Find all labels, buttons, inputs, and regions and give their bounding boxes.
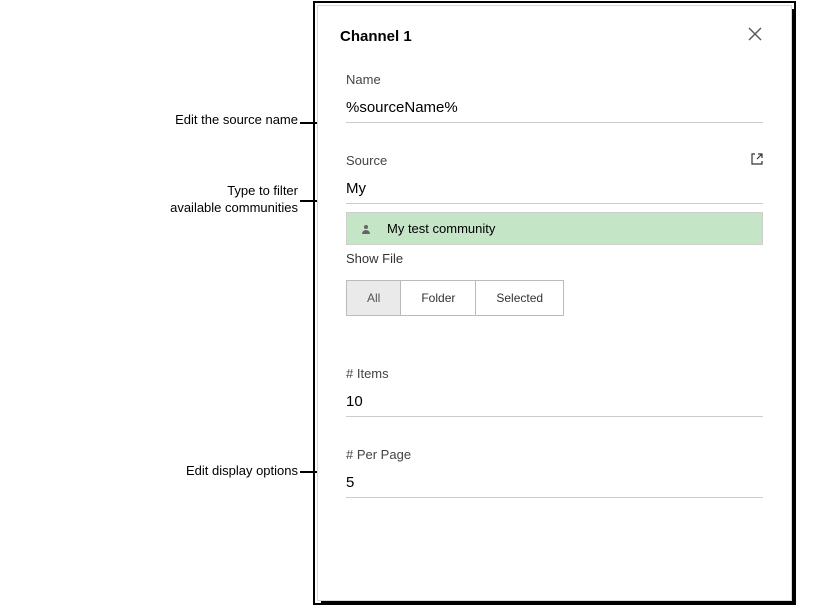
callout-name-text: Edit the source name: [175, 112, 298, 127]
name-label: Name: [346, 72, 763, 87]
name-input[interactable]: [346, 97, 763, 123]
close-button[interactable]: [741, 24, 769, 48]
source-suggestion-label: My test community: [387, 221, 495, 236]
callout-source-line2: available communities: [170, 200, 298, 215]
callout-name: Edit the source name: [128, 112, 298, 129]
source-label-row: Source: [346, 153, 763, 168]
show-file-tabs: All Folder Selected: [346, 280, 564, 316]
per-page-label: # Per Page: [346, 447, 763, 462]
name-field-group: Name: [340, 72, 769, 123]
community-icon: [359, 222, 373, 236]
callout-display: Edit display options: [128, 463, 298, 480]
callout-source: Type to filter available communities: [128, 183, 298, 217]
channel-settings-panel: Channel 1 Name Source My test community …: [317, 5, 792, 601]
panel-header: Channel 1: [340, 24, 769, 48]
items-label: # Items: [346, 366, 763, 381]
source-field-group: Source My test community Show File All F…: [340, 153, 769, 316]
external-link-icon: [751, 153, 763, 165]
items-field-group: # Items: [340, 366, 769, 417]
tab-folder[interactable]: Folder: [401, 281, 476, 315]
per-page-field-group: # Per Page: [340, 447, 769, 498]
callout-display-text: Edit display options: [186, 463, 298, 478]
show-file-label: Show File: [346, 251, 763, 266]
close-icon: [747, 26, 763, 42]
source-input[interactable]: [346, 178, 763, 204]
per-page-input[interactable]: [346, 472, 763, 498]
tab-all[interactable]: All: [347, 281, 401, 315]
open-external-button[interactable]: [751, 153, 763, 168]
items-input[interactable]: [346, 391, 763, 417]
source-suggestion-item[interactable]: My test community: [346, 212, 763, 245]
callout-source-line1: Type to filter: [227, 183, 298, 198]
source-input-wrap: [346, 178, 763, 204]
panel-title: Channel 1: [340, 28, 412, 45]
source-label: Source: [346, 153, 387, 168]
tab-selected[interactable]: Selected: [476, 281, 563, 315]
